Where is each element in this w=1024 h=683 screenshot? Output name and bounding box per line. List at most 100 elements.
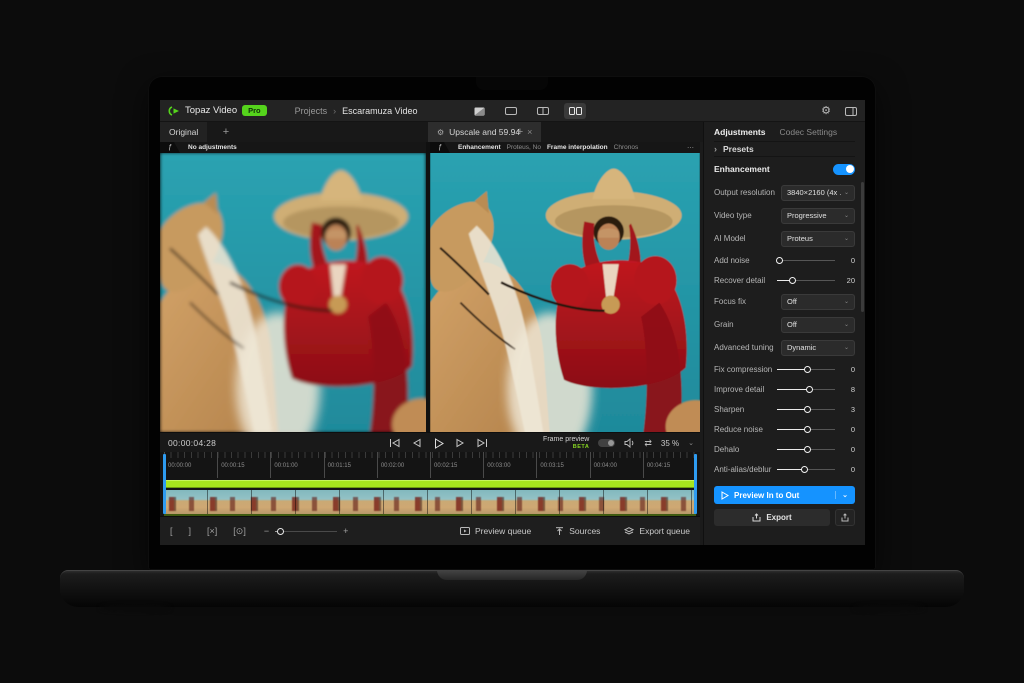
original-header: ƒ No adjustments [160,142,426,153]
frame-preview-text: Frame preview [543,436,589,444]
breadcrumb-project-name: Escaramuza Video [342,106,417,116]
sources-button[interactable]: Sources [555,526,600,536]
preview-options-chevron-icon[interactable]: ⌄ [835,491,848,499]
anti-alias-deblur-slider[interactable] [777,465,835,473]
export-icon [752,513,761,522]
settings-gear-icon[interactable]: ⚙ [821,106,831,117]
select-value: Proteus [787,234,841,243]
view-single-split-icon[interactable] [468,103,490,119]
tab-codec-settings[interactable]: Codec Settings [779,127,837,137]
timeline-filmstrip[interactable] [164,490,696,514]
setting-dehalo: Dehalo 0 [714,439,855,459]
video-frame-original[interactable] [160,153,426,432]
dehalo-slider[interactable] [777,445,835,453]
chevron-down-icon: ⌄ [844,298,849,305]
tab-original[interactable]: Original [160,122,207,142]
select-value: Dynamic [787,343,841,352]
sources-icon [555,527,564,536]
ai-model-select[interactable]: Proteus ⌄ [781,231,855,247]
clear-in-out-button[interactable]: [×] [207,526,217,536]
sidebar-scrollbar[interactable] [861,182,864,312]
sharpen-slider[interactable] [777,405,835,413]
tab-adjustments[interactable]: Adjustments [714,127,765,137]
export-queue-button[interactable]: Export queue [624,526,690,536]
fix-compression-slider[interactable] [777,365,835,373]
preview-button-label: Preview In to Out [734,491,799,500]
frame-preview-toggle[interactable] [598,439,615,447]
tick-label: 00:02:00 [377,452,430,478]
step-back-icon[interactable] [410,437,423,450]
filmstrip-frame-lines [164,490,696,514]
add-tab-button[interactable]: + [218,124,234,140]
preview-in-to-out-button[interactable]: Preview In to Out ⌄ [714,486,855,504]
focus-fix-select[interactable]: Off ⌄ [781,294,855,310]
topaz-logo-icon [168,106,180,116]
laptop-screen: Topaz Video Pro Projects › Escaramuza Vi… [148,76,876,570]
adjustments-sidebar: Adjustments Codec Settings › Presets Enh… [703,122,865,545]
video-frame-enhanced[interactable] [430,153,700,432]
timeline-zoom-slider[interactable] [275,527,337,535]
preview-queue-button[interactable]: Preview queue [460,526,531,536]
view-single-icon[interactable] [500,103,522,119]
improve-detail-slider[interactable] [777,385,835,393]
in-point-marker[interactable] [163,454,166,514]
setting-label: Improve detail [714,385,764,394]
slider-value: 0 [843,425,855,434]
add-tab-button-center[interactable]: + [512,124,528,140]
skip-start-icon[interactable] [388,437,401,450]
add-noise-slider[interactable] [777,256,835,264]
tab-original-label: Original [169,127,198,137]
reduce-noise-slider[interactable] [777,425,835,433]
advanced-tuning-select[interactable]: Dynamic ⌄ [781,340,855,356]
chevron-down-icon: ⌄ [844,321,849,328]
preview-queue-label: Preview queue [475,526,531,536]
tick-label: 00:04:15 [643,452,696,478]
video-type-select[interactable]: Progressive ⌄ [781,208,855,224]
grain-select[interactable]: Off ⌄ [781,317,855,333]
setting-video-type: Video type Progressive ⌄ [714,204,855,227]
presets-row[interactable]: › Presets [714,141,855,157]
timeline-ruler[interactable]: 00:00:00 00:00:15 00:01:00 00:01:15 00:0… [164,452,696,478]
preview-zoom-level[interactable]: 35 % [661,439,679,448]
zoom-out-icon[interactable]: − [264,526,269,536]
recover-detail-slider[interactable] [777,276,835,284]
stage: Topaz Video Pro Projects › Escaramuza Vi… [0,0,1024,683]
presets-chevron-icon: › [714,144,717,154]
volume-icon[interactable] [624,438,635,448]
zoom-in-icon[interactable]: + [343,526,348,536]
timeline[interactable]: 00:00:00 00:00:15 00:01:00 00:01:15 00:0… [160,452,700,516]
tick-label: 00:02:15 [430,452,483,478]
breadcrumb-projects[interactable]: Projects [295,106,328,116]
skip-end-icon[interactable] [476,437,489,450]
export-button[interactable]: Export [714,509,830,526]
loop-icon[interactable]: ⇄ [644,438,652,449]
share-button[interactable] [835,509,855,526]
slider-value: 20 [843,276,855,285]
laptop-lid-scoop [437,570,587,580]
brand: Topaz Video Pro [168,105,267,116]
enhanced-header: ƒ Enhancement Proteus, No Frame interpol… [430,142,700,153]
enhancement-toggle[interactable] [833,164,855,175]
chevron-down-icon: ⌄ [844,189,849,196]
out-point-marker[interactable] [694,454,697,514]
output-resolution-select[interactable]: 3840×2160 (4x … ⌄ [781,185,855,201]
set-out-point-button[interactable]: ] [189,526,192,536]
play-icon[interactable] [432,437,445,450]
set-in-point-button[interactable]: [ [170,526,173,536]
step-forward-icon[interactable] [454,437,467,450]
overflow-menu-icon[interactable]: ⋯ [687,144,695,152]
setting-sharpen: Sharpen 3 [714,399,855,419]
view-side-by-side-icon[interactable] [564,103,586,119]
zoom-chevron-icon[interactable]: ⌄ [688,439,694,447]
top-bar: Topaz Video Pro Projects › Escaramuza Vi… [160,100,865,122]
view-split-icon[interactable] [532,103,554,119]
tab-gear-icon: ⚙ [437,128,444,137]
timeline-range-bar[interactable] [164,480,696,488]
toggle-panel-icon[interactable] [845,107,857,116]
tick-label: 00:00:00 [164,452,217,478]
slider-value: 3 [843,405,855,414]
fx-icon: ƒ [430,142,450,153]
zoom-to-selection-button[interactable]: [⊙] [233,526,246,537]
slider-value: 0 [843,465,855,474]
no-adjustments-label: No adjustments [188,144,237,151]
